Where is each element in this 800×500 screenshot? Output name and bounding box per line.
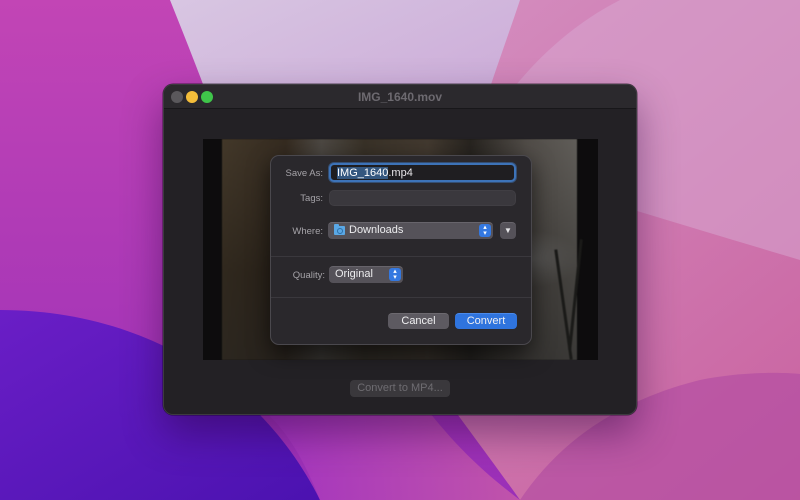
convert-to-mp4-button[interactable]: Convert to MP4...: [350, 380, 450, 397]
title-bar[interactable]: IMG_1640.mov: [164, 85, 636, 109]
save-sheet-dialog: Save As: IMG_1640.mp4 Tags: Where: Downl…: [270, 155, 532, 345]
divider: [271, 256, 531, 257]
where-popup-button[interactable]: Downloads ▴ ▾: [328, 222, 493, 239]
quality-value: Original: [335, 268, 373, 280]
save-as-label: Save As:: [285, 168, 324, 179]
window-title: IMG_1640.mov: [357, 90, 443, 104]
where-label: Where:: [292, 226, 323, 237]
cancel-button[interactable]: Cancel: [388, 313, 449, 329]
save-as-extension-text: .mp4: [388, 167, 413, 179]
convert-button[interactable]: Convert: [455, 313, 517, 329]
popup-stepper-icon: ▴ ▾: [479, 224, 491, 237]
quality-popup-button[interactable]: Original ▴ ▾: [329, 266, 403, 283]
chevron-down-icon: ▼: [504, 226, 512, 235]
popup-stepper-icon: ▴ ▾: [389, 268, 401, 281]
tags-input[interactable]: [329, 190, 516, 206]
folder-icon: [334, 224, 345, 235]
expand-browser-button[interactable]: ▼: [500, 222, 516, 239]
quality-label: Quality:: [292, 270, 325, 281]
save-as-selected-text: IMG_1640: [337, 167, 389, 179]
tags-label: Tags:: [300, 193, 323, 204]
where-value: Downloads: [349, 224, 404, 236]
app-window: IMG_1640.mov Save As: IMG_1640.mp4 Tags:…: [163, 84, 637, 415]
save-as-input[interactable]: IMG_1640.mp4: [329, 163, 516, 182]
divider: [271, 297, 531, 298]
